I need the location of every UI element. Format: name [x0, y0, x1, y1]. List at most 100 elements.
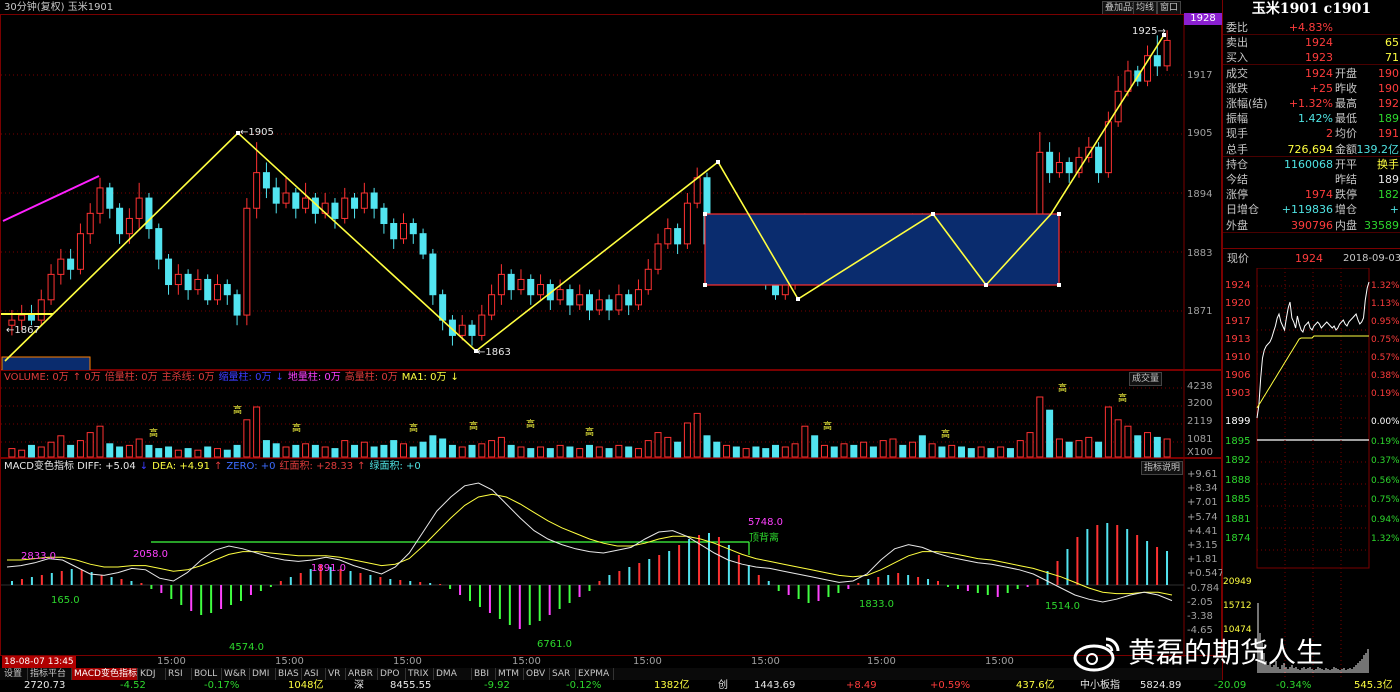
candle-body — [517, 278, 525, 291]
high-volume-marker: 高 — [941, 428, 950, 440]
trend-vertex-marker — [703, 283, 707, 287]
quote-value: 65 — [1385, 36, 1399, 50]
intraday-price-axis-label: 1920 — [1225, 298, 1251, 309]
watermark: 黄磊的期货人生 — [1072, 633, 1392, 673]
indicator-tab[interactable]: KDJ — [138, 668, 166, 680]
volume-bar — [928, 443, 936, 458]
ma-button[interactable]: 均线 — [1133, 1, 1158, 15]
indicator-tab[interactable]: 指标平台 — [28, 668, 72, 680]
volume-bar — [125, 444, 133, 458]
quote-value: +1.32% — [1288, 97, 1333, 110]
price-pane[interactable]: ←1867 ←1905 ←1863 1925→ 1928 1917 1905 1… — [0, 13, 1222, 371]
candle-body — [233, 294, 241, 316]
candle-body — [184, 273, 192, 291]
volume-bar — [262, 440, 270, 458]
volume-bar — [752, 446, 760, 458]
volume-bar — [1085, 436, 1093, 458]
volume-bar — [605, 448, 613, 458]
intraday-percent-axis-label: 1.32% — [1371, 281, 1400, 291]
volume-bar — [732, 446, 740, 458]
quote-label: 总手 — [1226, 142, 1248, 156]
quote-label: 最低 — [1335, 112, 1357, 126]
time-axis-tick: 15:00 — [985, 656, 1014, 667]
indicator-tab[interactable]: DMA — [434, 668, 472, 680]
volume-bar — [860, 441, 868, 458]
volume-bar — [409, 446, 417, 458]
indicator-tab[interactable]: TRIX — [406, 668, 434, 680]
indicator-tab[interactable]: EXPMA — [576, 668, 614, 680]
indicator-tab[interactable]: VR — [326, 668, 346, 680]
volume-bar — [96, 425, 104, 458]
intraday-percent-axis-label: 0.19% — [1371, 436, 1400, 447]
intraday-price-axis-label: 1885 — [1225, 494, 1251, 505]
indicator-tab[interactable]: DMI — [250, 668, 276, 680]
volume-bar — [576, 448, 584, 458]
indicator-tab[interactable]: DPO — [378, 668, 406, 680]
status-value: 1048亿 — [288, 680, 324, 691]
volume-pane[interactable]: VOLUME: 0万 ↑ 0万 倍量柱: 0万 主杀线: 0万 缩量柱: 0万 ↓ 地量柱:… — [0, 370, 1222, 459]
indicator-tab[interactable]: ASI — [302, 668, 326, 680]
intraday-percent-axis-label: 1.32% — [1371, 534, 1400, 544]
indicator-tab[interactable]: RSI — [166, 668, 192, 680]
indicator-tab[interactable]: W&R — [222, 668, 250, 680]
quote-label: 涨跌 — [1226, 81, 1248, 95]
macd-axis-label: -3.38 — [1187, 611, 1213, 622]
time-axis-tick: 15:00 — [751, 656, 780, 667]
macd-annotation-label: 2058.0 — [133, 549, 168, 560]
indicator-tab[interactable]: ARBR — [346, 668, 378, 680]
status-value: 545.3亿 — [1354, 680, 1393, 691]
indicator-tab[interactable]: SAR — [550, 668, 576, 680]
intraday-price-axis-label: 1899 — [1225, 416, 1251, 427]
trend-vertex-marker — [703, 212, 707, 216]
volume-bar — [644, 440, 652, 458]
status-value: 1382亿 — [654, 680, 690, 691]
candle-body — [1163, 39, 1171, 67]
status-value: -9.92 — [484, 680, 510, 691]
high-volume-marker: 高 — [409, 422, 418, 434]
volume-bar — [184, 448, 192, 458]
volume-bar — [546, 448, 554, 458]
indicator-tab[interactable]: MTM — [496, 668, 524, 680]
intraday-price-axis-label: 1903 — [1225, 388, 1251, 399]
candle-body — [390, 223, 398, 240]
candle-body — [262, 172, 270, 189]
indicator-tab[interactable]: BBI — [472, 668, 496, 680]
market-status-bar: 2720.73 -4.52 -0.17% 1048亿 深 8455.55 -9.92 -0.1… — [0, 680, 1400, 692]
volume-bar — [1124, 425, 1132, 458]
status-value: 8455.55 — [390, 680, 432, 691]
current-price-label: 现价 — [1227, 252, 1249, 265]
watermark-text: 黄磊的期货人生 — [1128, 636, 1325, 669]
volume-axis-label: 3200 — [1187, 398, 1213, 409]
volume-bar — [272, 443, 280, 458]
candle-body — [1104, 121, 1112, 174]
candle-body — [556, 289, 564, 301]
volume-bar — [145, 444, 153, 458]
volume-bar — [331, 448, 339, 458]
volume-bar — [390, 440, 398, 458]
intraday-percent-axis-label: 0.00% — [1371, 417, 1400, 427]
macd-pane[interactable]: MACD变色指标 DIFF: +5.04 ↓ DEA: +4.91 ↑ ZERO: +0… — [0, 458, 1224, 657]
indicator-tab[interactable]: MACD变色指标 — [72, 668, 138, 680]
indicator-tab[interactable]: OBV — [524, 668, 550, 680]
time-axis-tick: 15:00 — [393, 656, 422, 667]
intraday-price-axis-label: 1910 — [1225, 352, 1251, 363]
volume-bar — [713, 441, 721, 458]
window-button[interactable]: 窗口 — [1157, 1, 1182, 15]
volume-bar — [478, 443, 486, 458]
indicator-tab[interactable]: BIAS — [276, 668, 302, 680]
chart-title: 30分钟(复权) 玉米1901 — [4, 2, 114, 13]
volume-bar — [1065, 441, 1073, 458]
macd-axis-label: +3.15 — [1187, 540, 1218, 551]
indicator-tab[interactable]: 设置 — [2, 668, 28, 680]
intraday-chart[interactable]: 1924 1920 1917 1913 1910 1906 1903 1899 1895 1892… — [1223, 268, 1400, 678]
quote-label: 昨结 — [1335, 173, 1357, 186]
volume-bar — [1114, 419, 1122, 458]
indicator-tab[interactable]: BOLL — [192, 668, 222, 680]
volume-bar — [801, 425, 809, 458]
status-value: 437.6亿 — [1016, 680, 1055, 691]
volume-bar — [370, 446, 378, 458]
status-value: -0.34% — [1276, 680, 1312, 691]
volume-bar — [1153, 436, 1161, 458]
volume-bar — [781, 446, 789, 458]
intraday-price-line — [1256, 281, 1370, 419]
